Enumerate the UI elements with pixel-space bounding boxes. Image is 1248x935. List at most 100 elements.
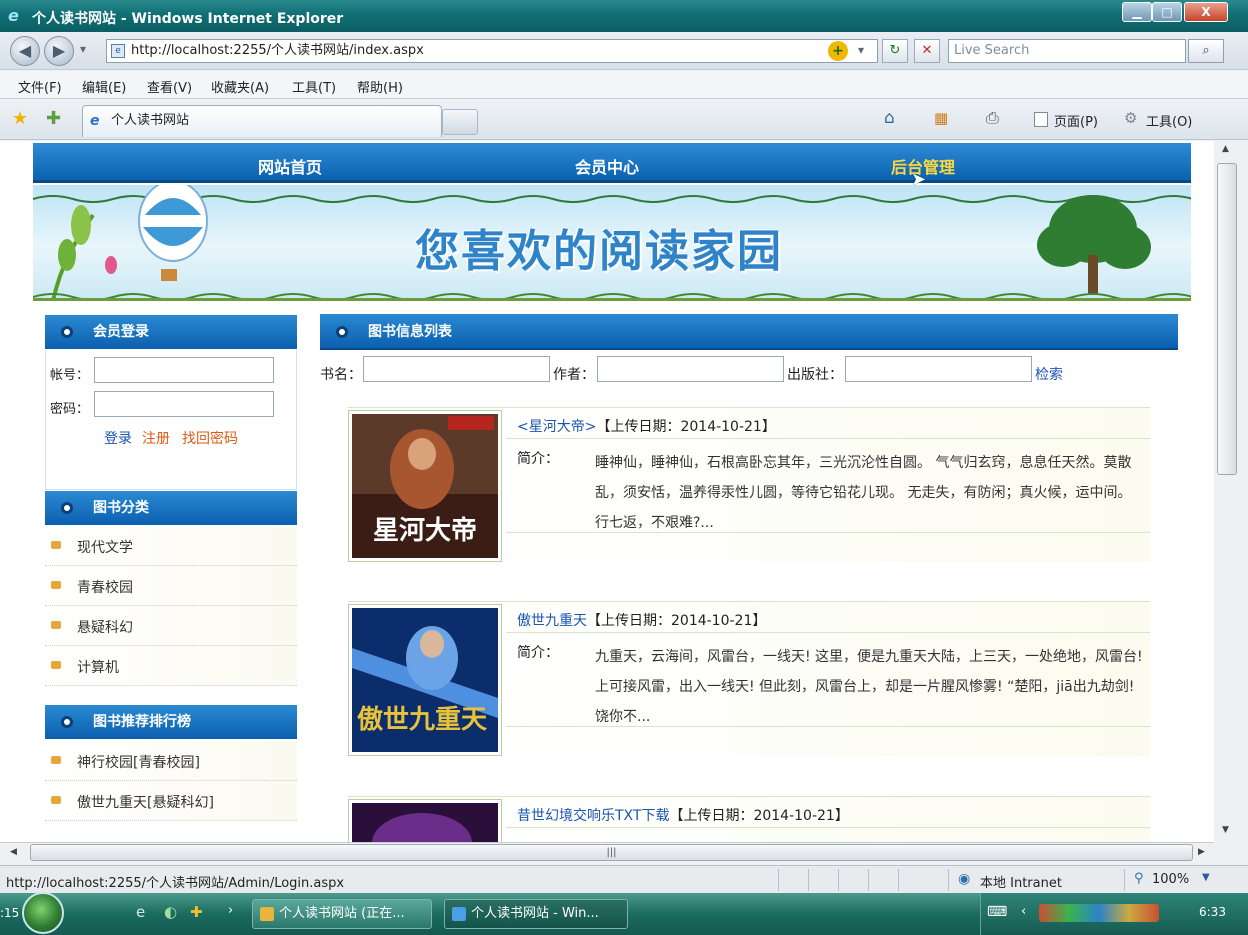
taskbar-button[interactable]: 个人读书网站 (正在... xyxy=(252,899,432,929)
category-item[interactable]: 悬疑科幻 xyxy=(45,606,297,646)
menu-view[interactable]: 查看(V) xyxy=(147,77,192,96)
category-item[interactable]: 青春校园 xyxy=(45,566,297,606)
forgot-password-link[interactable]: 找回密码 xyxy=(182,428,238,448)
menu-file[interactable]: 文件(F) xyxy=(18,77,62,96)
nav-home[interactable]: 网站首页 xyxy=(258,154,322,178)
start-button[interactable] xyxy=(22,892,64,934)
horizontal-scroll-thumb[interactable]: ||| xyxy=(30,844,1193,861)
taskbar-button[interactable]: 个人读书网站 - Win... xyxy=(444,899,628,929)
scroll-right-icon[interactable]: ▶ xyxy=(1198,847,1205,857)
status-url: http://localhost:2255/个人读书网站/Admin/Login… xyxy=(6,876,345,891)
clock: 6:33 xyxy=(1199,905,1226,919)
menu-edit[interactable]: 编辑(E) xyxy=(82,77,126,96)
ranking-item[interactable]: 神行校园[青春校园] xyxy=(45,741,297,781)
book-title-row: <星河大帝>【上传日期：2014-10-21】 xyxy=(517,416,776,436)
keyboard-icon[interactable]: ⌨ xyxy=(987,904,1007,920)
quicklaunch-icon[interactable]: ✚ xyxy=(190,903,203,921)
favorites-star-icon[interactable]: ★ xyxy=(12,108,28,129)
bullet-icon xyxy=(61,326,73,338)
add-favorite-icon[interactable]: ✚ xyxy=(46,108,61,129)
category-item[interactable]: 计算机 xyxy=(45,646,297,686)
forward-button[interactable]: ▶ xyxy=(44,36,74,66)
arrow-icon xyxy=(51,541,61,549)
search-button[interactable]: ⌕ xyxy=(1188,39,1224,63)
quicklaunch-icon[interactable]: ◐ xyxy=(164,903,177,921)
page-menu[interactable]: 页面(P) xyxy=(1054,111,1098,130)
ranking-label: 神行校园[青春校园] xyxy=(77,755,200,771)
compat-icon[interactable]: + xyxy=(828,41,848,61)
taskbar-ie-icon xyxy=(452,907,466,921)
refresh-button[interactable]: ↻ xyxy=(882,39,908,63)
close-button[interactable]: X xyxy=(1184,2,1228,22)
minimize-button[interactable]: ▁ xyxy=(1122,2,1152,22)
book-item: 傲世九重天 傲世九重天【上传日期：2014-10-21】 简介： 九重天，云海间… xyxy=(348,601,1150,756)
gear-icon: ⚙ xyxy=(1124,109,1138,127)
divider xyxy=(778,869,779,891)
back-button[interactable]: ◀ xyxy=(10,36,40,66)
book-intro-label: 简介： xyxy=(517,451,559,467)
vertical-scroll-thumb[interactable] xyxy=(1217,163,1237,475)
zoom-level[interactable]: 100% xyxy=(1152,872,1189,887)
print-icon[interactable]: ⎙ xyxy=(986,108,999,128)
scroll-up-icon[interactable]: ▲ xyxy=(1222,144,1229,154)
category-item[interactable]: 现代文学 xyxy=(45,526,297,566)
tab-ie-icon: e xyxy=(90,113,100,129)
svg-text:星河大帝: 星河大帝 xyxy=(373,515,477,546)
arrow-icon xyxy=(51,756,61,764)
book-title-row: 昔世幻境交响乐TXT下载【上传日期：2014-10-21】 xyxy=(517,805,849,825)
tab-current[interactable]: e 个人读书网站 xyxy=(82,105,442,137)
ie-window: e 个人读书网站 - Windows Internet Explorer ▁ □… xyxy=(0,0,1248,935)
category-panel-header: 图书分类 xyxy=(45,491,297,525)
ranking-panel-title: 图书推荐排行榜 xyxy=(93,714,191,730)
ranking-label: 傲世九重天[悬疑科幻] xyxy=(77,795,214,811)
address-dropdown-button[interactable]: ▾ xyxy=(858,43,864,57)
stop-button[interactable]: ✕ xyxy=(914,39,940,63)
quicklaunch-ie-icon[interactable]: e xyxy=(136,903,145,921)
home-icon[interactable]: ⌂ xyxy=(884,108,895,128)
menu-favorites[interactable]: 收藏夹(A) xyxy=(211,77,269,96)
register-link[interactable]: 注册 xyxy=(142,428,170,448)
divider xyxy=(506,827,1150,828)
maximize-button[interactable]: □ xyxy=(1152,2,1182,22)
new-tab-button[interactable] xyxy=(442,109,478,135)
filter-name-input[interactable] xyxy=(363,356,550,382)
login-link[interactable]: 登录 xyxy=(104,428,132,448)
tools-menu[interactable]: 工具(O) xyxy=(1146,111,1192,130)
feeds-icon[interactable]: ▦ xyxy=(934,109,948,127)
filter-search-link[interactable]: 检索 xyxy=(1035,364,1063,384)
arrow-icon xyxy=(51,621,61,629)
bullet-icon xyxy=(61,716,73,728)
quicklaunch-expand-icon[interactable]: › xyxy=(228,903,233,918)
filter-author-label: 作者： xyxy=(553,367,595,383)
book-cover[interactable] xyxy=(348,799,502,842)
history-dropdown-button[interactable]: ▾ xyxy=(80,42,86,56)
book-cover[interactable]: 星河大帝 xyxy=(348,410,502,562)
password-input[interactable] xyxy=(94,391,274,417)
book-title-link[interactable]: 傲世九重天 xyxy=(517,613,587,629)
menu-tools[interactable]: 工具(T) xyxy=(292,77,336,96)
address-input[interactable]: e http://localhost:2255/个人读书网站/index.asp… xyxy=(106,39,878,63)
menu-help[interactable]: 帮助(H) xyxy=(357,77,403,96)
tray-icons[interactable] xyxy=(1039,904,1159,922)
tray-expand-icon[interactable]: ‹ xyxy=(1021,904,1026,919)
ranking-item[interactable]: 傲世九重天[悬疑科幻] xyxy=(45,781,297,821)
book-title-link[interactable]: 昔世幻境交响乐TXT下载 xyxy=(517,808,669,824)
nav-member-center[interactable]: 会员中心 xyxy=(575,154,639,178)
book-cover[interactable]: 傲世九重天 xyxy=(348,604,502,756)
book-title-link[interactable]: <星河大帝> xyxy=(517,419,596,435)
zoom-dropdown-icon[interactable]: ▼ xyxy=(1202,872,1210,883)
account-input[interactable] xyxy=(94,357,274,383)
category-label: 悬疑科幻 xyxy=(77,620,133,636)
filter-publisher-label: 出版社： xyxy=(787,367,843,383)
scroll-down-icon[interactable]: ▼ xyxy=(1222,825,1229,835)
filter-author-input[interactable] xyxy=(597,356,784,382)
page-menu-icon xyxy=(1034,112,1048,127)
filter-publisher-input[interactable] xyxy=(845,356,1032,382)
menu-bar: 文件(F) 编辑(E) 查看(V) 收藏夹(A) 工具(T) 帮助(H) xyxy=(0,71,1248,99)
security-zone[interactable]: 本地 Intranet xyxy=(980,872,1062,891)
booklist-header: 图书信息列表 xyxy=(320,314,1178,350)
search-input[interactable]: Live Search xyxy=(948,39,1186,63)
banner: 您喜欢的阅读家园 xyxy=(33,185,1191,301)
scroll-left-icon[interactable]: ◀ xyxy=(10,847,17,857)
book-intro: 睡神仙，睡神仙，石根高卧忘其年，三光沉沦性自圆。 气气归玄窍，息息任天然。莫散乱… xyxy=(595,455,1132,531)
